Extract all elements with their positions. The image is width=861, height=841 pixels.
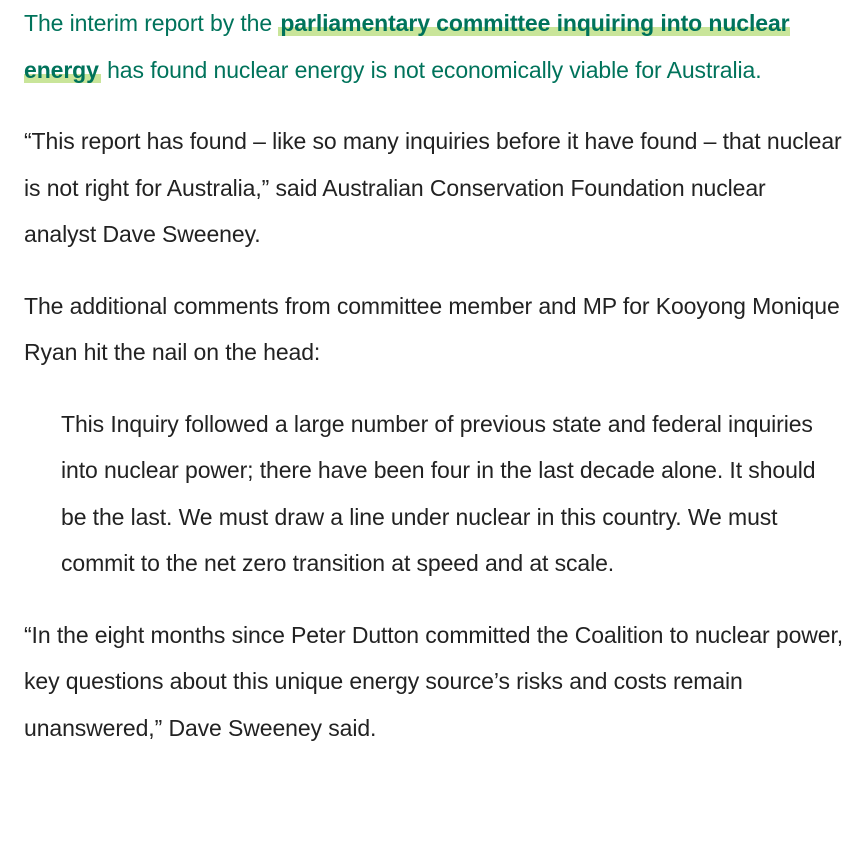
lead-text-before: The interim report by the (24, 10, 279, 36)
blockquote-text: This Inquiry followed a large number of … (61, 410, 816, 577)
ryan-blockquote: This Inquiry followed a large number of … (61, 401, 831, 587)
lead-paragraph: The interim report by the parliamentary … (24, 0, 844, 93)
lead-text-after: has found nuclear energy is not economic… (100, 56, 762, 83)
sweeney-closing-paragraph: “In the eight months since Peter Dutton … (24, 621, 844, 741)
additional-comments-paragraph: The additional comments from committee m… (24, 292, 840, 366)
article-body: The interim report by the parliamentary … (24, 0, 844, 751)
sweeney-quote-paragraph: “This report has found – like so many in… (24, 128, 842, 247)
